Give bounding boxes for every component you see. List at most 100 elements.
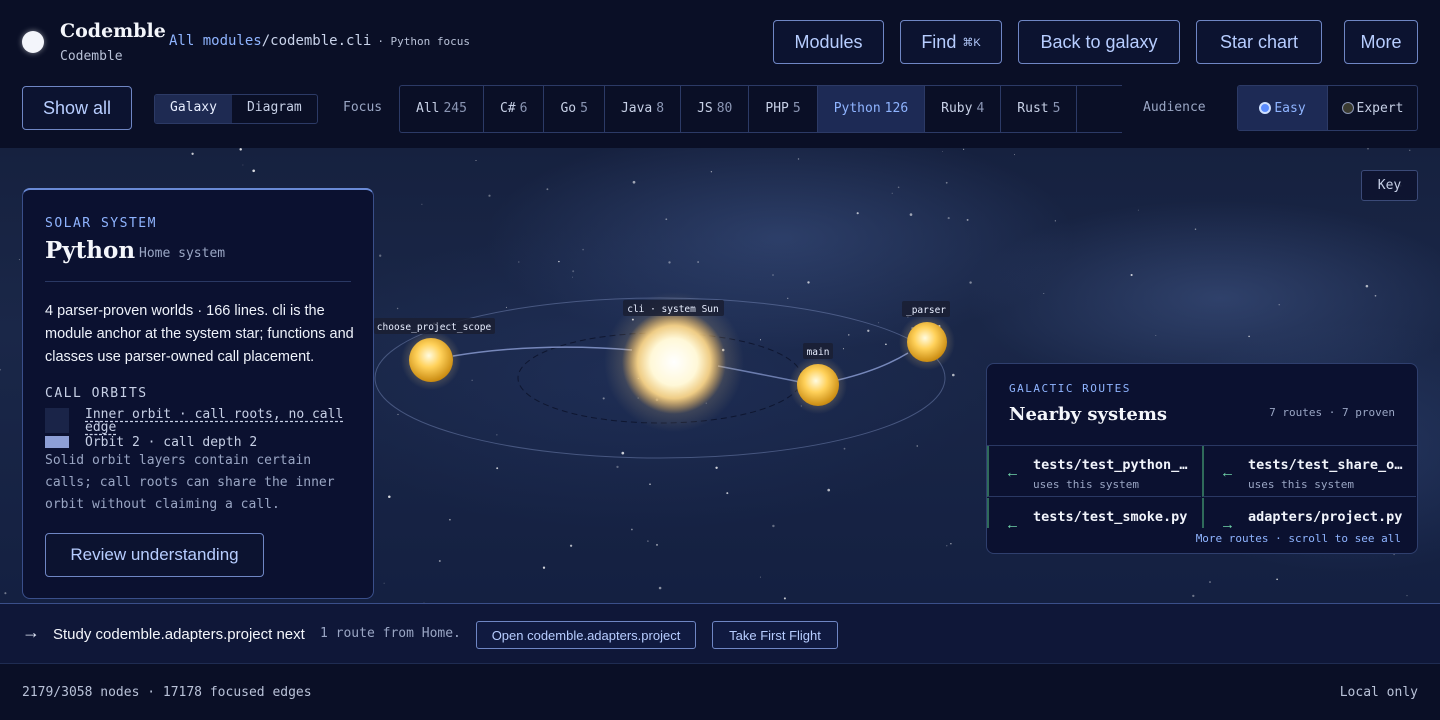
focus-tab-ruby[interactable]: Ruby 4 — [925, 86, 1002, 132]
planet-parser[interactable] — [907, 322, 947, 362]
more-routes-link[interactable]: More routes · scroll to see all — [1196, 532, 1401, 545]
focus-tab-php[interactable]: PHP 5 — [749, 86, 818, 132]
arrow-left-icon: ← — [1005, 464, 1020, 481]
modules-button[interactable]: Modules — [773, 20, 884, 64]
focus-tab-label: Go — [560, 101, 577, 116]
next-step-sub: 1 route from Home. — [320, 626, 461, 641]
planet-choose-project-scope[interactable] — [409, 338, 453, 382]
breadcrumb-root[interactable]: All modules — [169, 33, 262, 49]
audience-easy-label: Easy — [1274, 100, 1306, 116]
audience-expert-label: Expert — [1356, 100, 1404, 116]
legend-inner-orbit: Inner orbit · call roots, no call edge — [85, 407, 344, 435]
focus-tab-label: Python — [833, 101, 881, 116]
focus-tab-label: Java — [620, 101, 653, 116]
focus-tab-label: C# — [499, 101, 516, 116]
focus-tab-label: PHP — [765, 101, 789, 116]
local-only-badge: Local only — [1339, 685, 1418, 700]
modules-button-label: Modules — [794, 31, 863, 52]
audience-easy[interactable]: Easy — [1238, 86, 1328, 130]
routes-panel: GALACTIC ROUTES Nearby systems 7 routes … — [986, 363, 1418, 554]
route-item[interactable]: ← tests/test_smoke.py — [987, 498, 1201, 528]
legend-swatch-orbit2 — [45, 436, 69, 448]
next-step-bar: → Study codemble.adapters.project next 1… — [0, 603, 1440, 664]
focus-tab-count: 245 — [443, 101, 467, 116]
arrow-right-icon: → — [22, 622, 40, 642]
route-item[interactable]: → adapters/project.py — [1202, 498, 1416, 528]
back-to-galaxy-label: Back to galaxy — [1040, 31, 1158, 52]
galaxy-canvas[interactable]: cli · system Sun choose_project_scope ma… — [0, 148, 1440, 603]
key-button[interactable]: Key — [1361, 170, 1418, 201]
legend-swatch-inner — [45, 408, 69, 433]
focus-tab-rust[interactable]: Rust 5 — [1001, 86, 1078, 132]
route-sub: uses this system — [1248, 478, 1354, 491]
system-title: Python — [45, 237, 136, 264]
route-path: adapters/project.py — [1248, 509, 1403, 525]
legend-orbit-2: Orbit 2 · call depth 2 — [85, 435, 258, 450]
breadcrumb: All modules/codemble.cli · Python focus — [169, 33, 470, 49]
arrow-left-icon: ← — [1220, 464, 1235, 481]
focus-tab-count: 5 — [580, 101, 588, 116]
focus-tab-label: Rust — [1017, 101, 1049, 116]
call-orbits-heading: CALL ORBITS — [45, 386, 148, 401]
show-all-button[interactable]: Show all — [22, 86, 132, 130]
focus-tab-label: JS — [697, 101, 713, 116]
system-tag: Home system — [139, 246, 226, 261]
logo-icon — [22, 31, 44, 53]
planet-label-main: main — [807, 347, 830, 358]
focus-tab-java[interactable]: Java 8 — [605, 86, 682, 132]
focus-tab-count: 6 — [519, 101, 528, 116]
route-path: tests/test_python_adapter.py — [1033, 457, 1193, 473]
audience-toggle: Easy Expert — [1237, 85, 1418, 131]
system-panel: SOLAR SYSTEM Python Home system 4 parser… — [22, 188, 374, 599]
focus-tab-python[interactable]: Python 126 — [817, 86, 926, 132]
breadcrumb-separator: / — [261, 33, 271, 49]
route-sub: uses this system — [1033, 478, 1139, 491]
node-stats: 2179/3058 nodes · 17178 focused edges — [22, 685, 312, 700]
status-bar: 2179/3058 nodes · 17178 focused edges Lo… — [0, 664, 1440, 720]
routes-list[interactable]: ← tests/test_python_adapter.py uses this… — [987, 445, 1417, 528]
arrow-right-icon: → — [1220, 516, 1235, 528]
star-chart-label: Star chart — [1219, 31, 1299, 52]
orbit-note: Solid orbit layers contain certain calls… — [45, 453, 335, 512]
radio-selected-icon — [1259, 102, 1272, 114]
planet-label-choose-project-scope: choose_project_scope — [377, 322, 492, 333]
focus-tab-count: 4 — [976, 101, 985, 116]
audience-label: Audience — [1143, 100, 1206, 115]
take-first-flight-button[interactable]: Take First Flight — [712, 621, 838, 649]
focus-tabs: All 245 C# 6 Go 5 Java 8 JS 80 PHP 5 Python 126 Ruby 4 R… — [399, 85, 1122, 133]
view-diagram-tab[interactable]: Diagram — [232, 95, 317, 123]
open-module-button[interactable]: Open codemble.adapters.project — [476, 621, 696, 649]
planet-main[interactable] — [797, 364, 839, 406]
breadcrumb-focus: · Python focus — [377, 35, 471, 48]
view-galaxy-tab[interactable]: Galaxy — [155, 95, 232, 123]
star-chart-button[interactable]: Star chart — [1196, 20, 1322, 64]
audience-expert[interactable]: Expert — [1328, 86, 1417, 130]
breadcrumb-current: codemble.cli — [270, 33, 372, 49]
next-step-text: Study codemble.adapters.project next — [53, 626, 305, 643]
routes-count: 7 routes · 7 proven — [1269, 406, 1395, 419]
focus-tab-go[interactable]: Go 5 — [544, 86, 605, 132]
view-toggle: Galaxy Diagram — [154, 94, 318, 124]
more-label: More — [1360, 31, 1402, 52]
arrow-left-icon: ← — [1005, 516, 1020, 528]
divider — [45, 281, 351, 282]
focus-tab-count: 8 — [656, 101, 665, 116]
focus-tab-all[interactable]: All 245 — [400, 86, 484, 132]
focus-tab-csharp[interactable]: C# 6 — [484, 86, 545, 132]
system-sun[interactable] — [622, 310, 726, 414]
panel-kicker: SOLAR SYSTEM — [45, 216, 157, 231]
find-button[interactable]: Find ⌘K — [900, 20, 1002, 64]
routes-kicker: GALACTIC ROUTES — [1009, 382, 1131, 395]
sun-label: cli · system Sun — [627, 304, 719, 315]
routes-title: Nearby systems — [1009, 404, 1168, 425]
focus-label: Focus — [343, 100, 383, 115]
focus-tab-label: All — [416, 101, 440, 116]
review-understanding-button[interactable]: Review understanding — [45, 533, 264, 577]
planet-label-parser: _parser — [906, 305, 946, 316]
call-edge — [837, 352, 909, 381]
route-item[interactable]: ← tests/test_share_output.py uses this s… — [1202, 446, 1416, 497]
back-to-galaxy-button[interactable]: Back to galaxy — [1018, 20, 1180, 64]
route-item[interactable]: ← tests/test_python_adapter.py uses this… — [987, 446, 1201, 497]
more-button[interactable]: More — [1344, 20, 1418, 64]
focus-tab-js[interactable]: JS 80 — [681, 86, 750, 132]
